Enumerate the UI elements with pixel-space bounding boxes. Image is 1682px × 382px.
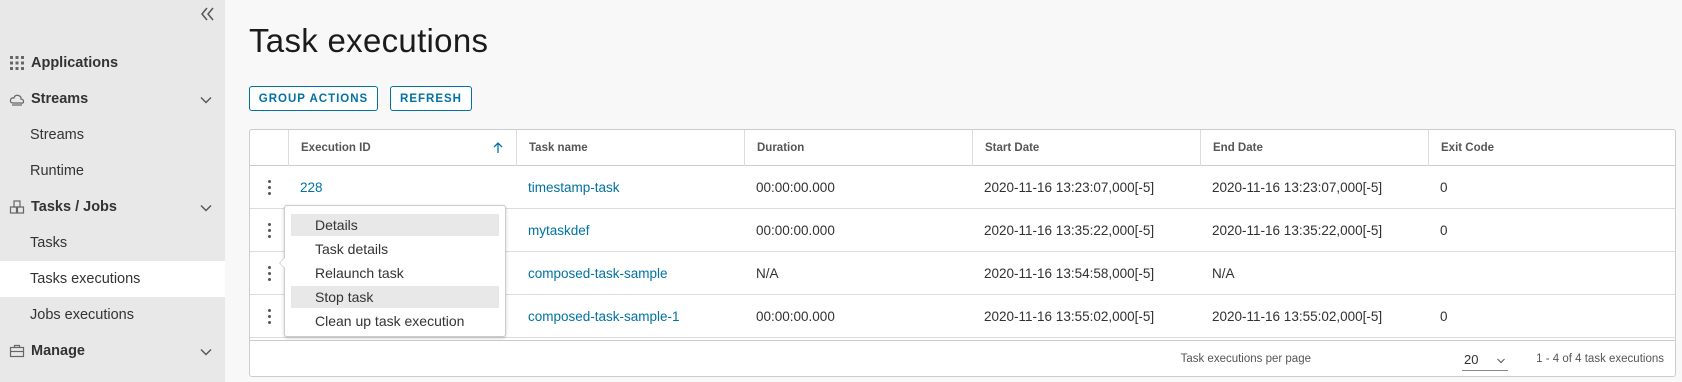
execution-id-link[interactable]: 228 bbox=[288, 166, 323, 208]
column-header-label: Execution ID bbox=[301, 142, 371, 154]
sidebar-item-label: Streams bbox=[31, 91, 89, 107]
column-header-execution-id[interactable]: Execution ID bbox=[288, 130, 516, 166]
sidebar-item-applications[interactable]: Applications bbox=[0, 45, 225, 81]
end-date-cell: 2020-11-16 13:35:22,000[-5] bbox=[1212, 222, 1383, 238]
pagination-count: 1 - 4 of 4 task executions bbox=[1536, 353, 1664, 365]
task-name-link[interactable]: composed-task-sample bbox=[516, 252, 668, 294]
exit-code-cell: 0 bbox=[1440, 222, 1448, 238]
briefcase-icon bbox=[9, 343, 25, 359]
sidebar-item-streams[interactable]: Streams bbox=[0, 117, 225, 153]
chevron-down-icon bbox=[199, 345, 213, 359]
column-header-exit-code[interactable]: Exit Code bbox=[1428, 130, 1675, 166]
sidebar-item-label: Streams bbox=[30, 127, 84, 143]
column-header-label: Duration bbox=[757, 142, 805, 154]
exit-code-cell: 0 bbox=[1440, 179, 1448, 195]
exit-code-cell: 0 bbox=[1440, 308, 1448, 324]
row-actions-kebab-icon[interactable] bbox=[250, 209, 288, 251]
task-name-link[interactable]: timestamp-task bbox=[516, 166, 620, 208]
sidebar-item-label: Manage bbox=[31, 343, 85, 359]
sidebar-item-label: Tasks / Jobs bbox=[31, 199, 117, 215]
start-date-cell: 2020-11-16 13:55:02,000[-5] bbox=[984, 308, 1155, 324]
refresh-button[interactable]: REFRESH bbox=[390, 86, 472, 111]
grid-icon bbox=[9, 55, 25, 71]
duration-cell: 00:00:00.000 bbox=[756, 222, 835, 238]
column-header-label: Exit Code bbox=[1441, 142, 1495, 154]
column-header-actions bbox=[250, 130, 288, 166]
duration-cell: 00:00:00.000 bbox=[756, 308, 835, 324]
cloud-icon bbox=[9, 91, 25, 107]
chevron-down-icon bbox=[199, 93, 213, 107]
page-size-value: 20 bbox=[1464, 352, 1479, 367]
table-row: 228 timestamp-task 00:00:00.000 2020-11-… bbox=[250, 166, 1675, 209]
sidebar-item-label: Tasks executions bbox=[30, 271, 141, 287]
menu-caret bbox=[279, 257, 285, 269]
duration-cell: 00:00:00.000 bbox=[756, 179, 835, 195]
collapse-sidebar-icon[interactable] bbox=[198, 5, 216, 23]
row-actions-kebab-icon[interactable] bbox=[250, 295, 288, 337]
sidebar-item-label: Applications bbox=[31, 55, 119, 71]
task-name-link[interactable]: composed-task-sample-1 bbox=[516, 295, 680, 337]
column-header-label: End Date bbox=[1213, 142, 1263, 154]
sidebar-item-tasks-executions[interactable]: Tasks executions bbox=[0, 261, 225, 297]
page-size-select[interactable]: 20 bbox=[1462, 349, 1508, 371]
column-header-task-name[interactable]: Task name bbox=[516, 130, 744, 166]
start-date-cell: 2020-11-16 13:54:58,000[-5] bbox=[984, 265, 1155, 281]
end-date-cell: 2020-11-16 13:55:02,000[-5] bbox=[1212, 308, 1383, 324]
row-actions-menu: Details Task details Relaunch task Stop … bbox=[279, 205, 506, 337]
menu-item-details[interactable]: Details bbox=[291, 214, 499, 236]
group-actions-button[interactable]: GROUP ACTIONS bbox=[249, 86, 378, 111]
table-header: Execution ID Task name Duration Start Da… bbox=[250, 130, 1675, 166]
sidebar-item-runtime[interactable]: Runtime bbox=[0, 153, 225, 189]
sidebar-item-jobs-executions[interactable]: Jobs executions bbox=[0, 297, 225, 333]
table-footer: Task executions per page 20 1 - 4 of 4 t… bbox=[250, 340, 1675, 376]
menu-item-relaunch-task[interactable]: Relaunch task bbox=[291, 262, 499, 284]
menu-item-clean-up-task-execution[interactable]: Clean up task execution bbox=[291, 310, 499, 332]
sidebar-item-label: Tasks bbox=[30, 235, 68, 251]
column-header-start-date[interactable]: Start Date bbox=[972, 130, 1200, 166]
exit-code-cell bbox=[1428, 252, 1440, 294]
chevron-down-icon bbox=[1496, 354, 1506, 364]
sidebar-item-tasks-jobs-group[interactable]: Tasks / Jobs bbox=[0, 189, 225, 225]
sidebar-item-streams-group[interactable]: Streams bbox=[0, 81, 225, 117]
page-title: Task executions bbox=[249, 22, 489, 59]
column-header-duration[interactable]: Duration bbox=[744, 130, 972, 166]
sort-ascending-icon[interactable] bbox=[492, 141, 504, 155]
menu-item-task-details[interactable]: Task details bbox=[291, 238, 499, 260]
column-header-label: Start Date bbox=[985, 142, 1040, 154]
menu-item-stop-task[interactable]: Stop task bbox=[291, 286, 499, 308]
end-date-cell: 2020-11-16 13:23:07,000[-5] bbox=[1212, 179, 1383, 195]
start-date-cell: 2020-11-16 13:23:07,000[-5] bbox=[984, 179, 1155, 195]
end-date-cell: N/A bbox=[1212, 265, 1235, 281]
sidebar: Applications Streams Streams Runtime Tas… bbox=[0, 0, 225, 382]
column-header-end-date[interactable]: End Date bbox=[1200, 130, 1428, 166]
per-page-label: Task executions per page bbox=[1180, 353, 1311, 365]
sidebar-item-label: Runtime bbox=[30, 163, 84, 179]
sidebar-item-manage-group[interactable]: Manage bbox=[0, 333, 225, 369]
sidebar-item-tasks[interactable]: Tasks bbox=[0, 225, 225, 261]
stack-icon bbox=[9, 199, 25, 215]
column-header-label: Task name bbox=[529, 142, 588, 154]
row-actions-kebab-icon[interactable] bbox=[250, 166, 288, 208]
start-date-cell: 2020-11-16 13:35:22,000[-5] bbox=[984, 222, 1155, 238]
sidebar-item-label: Jobs executions bbox=[30, 307, 134, 323]
duration-cell: N/A bbox=[756, 265, 779, 281]
task-name-link[interactable]: mytaskdef bbox=[516, 209, 590, 251]
chevron-down-icon bbox=[199, 201, 213, 215]
